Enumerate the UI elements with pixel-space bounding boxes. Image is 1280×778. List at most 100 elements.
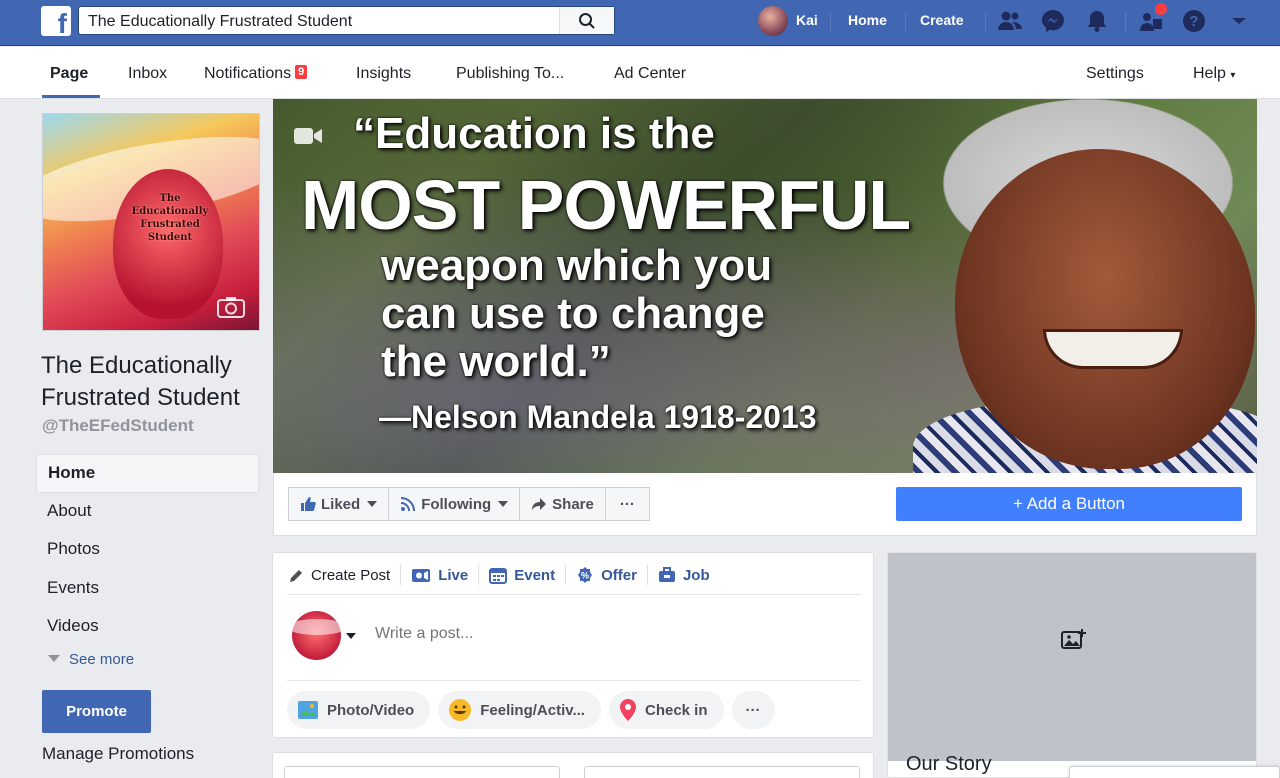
check-in-button[interactable]: Check in — [608, 691, 724, 729]
our-story-card: Our Story — [887, 552, 1257, 778]
sidebar-item-home[interactable]: Home — [36, 454, 259, 493]
tab-offer[interactable]: % Offer — [566, 565, 648, 585]
cover-quote-line-3: weapon which you — [381, 241, 773, 290]
facebook-logo-icon[interactable]: f — [41, 6, 71, 39]
help-label: Help — [1193, 65, 1226, 82]
avatar-hat-shape — [292, 619, 341, 635]
composer-actions: Photo/Video Feeling/Activ... Check in ··… — [287, 691, 783, 729]
tab-page[interactable]: Page — [50, 65, 88, 83]
more-options-button[interactable]: ··· — [604, 487, 650, 521]
feeling-activity-label: Feeling/Activ... — [480, 701, 585, 719]
user-avatar[interactable] — [758, 6, 788, 36]
divider — [830, 12, 831, 32]
calendar-icon — [489, 567, 508, 584]
post-composer: Create Post Live Event % Offer Job Photo… — [272, 552, 874, 738]
location-pin-icon — [619, 699, 636, 721]
page-avatar[interactable] — [292, 611, 341, 660]
sidebar-item-about[interactable]: About — [36, 493, 259, 532]
video-camera-icon[interactable] — [293, 126, 323, 146]
search-icon — [579, 13, 595, 29]
page-title[interactable]: The Educationally Frustrated Student — [41, 350, 266, 414]
cover-quote-line-2: MOST POWERFUL — [301, 166, 911, 244]
divider — [1125, 12, 1126, 32]
promote-button[interactable]: Promote — [42, 690, 151, 733]
help-icon[interactable]: ? — [1181, 8, 1207, 34]
liked-label: Liked — [321, 495, 361, 513]
add-photo-icon — [1061, 629, 1086, 649]
offer-label: Offer — [601, 566, 637, 584]
photo-video-label: Photo/Video — [327, 701, 415, 719]
camera-icon[interactable] — [217, 296, 245, 318]
chat-panel-tab[interactable] — [1069, 766, 1280, 778]
chevron-down-icon: ▾ — [1230, 70, 1236, 81]
create-post-label: Create Post — [311, 566, 391, 584]
tab-event[interactable]: Event — [479, 565, 567, 585]
chevron-down-icon[interactable] — [346, 633, 356, 639]
tab-help[interactable]: Help ▾ — [1193, 65, 1235, 83]
tab-ad-center[interactable]: Ad Center — [614, 65, 686, 83]
create-link[interactable]: Create — [920, 12, 964, 28]
sidebar-item-videos[interactable]: Videos — [36, 608, 259, 647]
chevron-down-icon — [367, 501, 378, 507]
action-button-group: Liked Following Share ··· — [288, 487, 650, 521]
thumbs-up-icon — [301, 497, 316, 511]
see-more-link[interactable]: See more — [48, 651, 134, 668]
cover-portrait — [913, 99, 1257, 473]
composer-tabs: Create Post Live Event % Offer Job — [287, 565, 861, 595]
search-input[interactable]: The Educationally Frustrated Student — [88, 13, 352, 31]
page-username[interactable]: @TheEFedStudent — [42, 416, 194, 436]
tab-settings[interactable]: Settings — [1086, 65, 1144, 83]
left-navigation: Home About Photos Events Videos — [36, 454, 259, 647]
sidebar-item-events[interactable]: Events — [36, 570, 259, 609]
search-box[interactable]: The Educationally Frustrated Student — [78, 6, 615, 35]
page-action-bar: Liked Following Share ··· + Add a Button — [273, 473, 1257, 536]
more-composer-options-button[interactable]: ··· — [731, 691, 775, 729]
rss-icon — [401, 497, 416, 512]
messenger-icon[interactable] — [1040, 8, 1066, 34]
divider — [985, 12, 986, 32]
tab-inbox[interactable]: Inbox — [128, 65, 167, 83]
tab-live[interactable]: Live — [401, 565, 480, 585]
tab-notifications[interactable]: Notifications 9 — [204, 65, 308, 83]
manage-promotions-link[interactable]: Manage Promotions — [42, 744, 194, 764]
feed-card-inner-right — [584, 766, 860, 778]
chevron-down-icon — [498, 501, 509, 507]
liked-button[interactable]: Liked — [288, 487, 390, 521]
friends-icon[interactable] — [997, 8, 1023, 34]
cover-quote-line-5: the world.” — [381, 337, 611, 386]
search-button[interactable] — [559, 7, 614, 34]
tab-publishing-tools[interactable]: Publishing To... — [456, 65, 564, 83]
svg-text:?: ? — [1189, 13, 1198, 30]
write-post-input[interactable] — [375, 625, 845, 643]
tab-insights[interactable]: Insights — [356, 65, 411, 83]
photo-video-button[interactable]: Photo/Video — [287, 691, 431, 729]
portrait-smile — [1043, 329, 1183, 369]
svg-text:%: % — [581, 571, 589, 581]
share-label: Share — [552, 495, 594, 513]
user-name-link[interactable]: Kai — [796, 12, 818, 28]
add-a-button-button[interactable]: + Add a Button — [896, 487, 1242, 521]
account-menu-icon[interactable] — [1226, 8, 1252, 34]
event-label: Event — [514, 566, 556, 584]
following-button[interactable]: Following — [388, 487, 521, 521]
sidebar-item-photos[interactable]: Photos — [36, 531, 259, 570]
share-button[interactable]: Share — [519, 487, 606, 521]
notifications-icon[interactable] — [1084, 8, 1110, 34]
pencil-icon — [290, 569, 302, 582]
tab-create-post[interactable]: Create Post — [287, 565, 402, 585]
job-label: Job — [682, 566, 710, 584]
story-image-placeholder[interactable] — [888, 553, 1256, 761]
cover-photo[interactable]: “Education is the MOST POWERFUL weapon w… — [273, 99, 1257, 473]
live-video-icon — [412, 568, 431, 582]
cover-quote-line-4: can use to change — [381, 289, 765, 338]
profile-picture[interactable]: The Educationally Frustrated Student — [42, 113, 260, 331]
home-link[interactable]: Home — [848, 12, 887, 28]
feeling-activity-button[interactable]: Feeling/Activ... — [438, 691, 601, 729]
tab-job[interactable]: Job — [648, 565, 720, 585]
cover-quote-line-1: “Education is the — [353, 109, 715, 158]
following-label: Following — [421, 495, 492, 513]
live-label: Live — [438, 566, 469, 584]
feed-card-inner-left — [284, 766, 560, 778]
divider — [287, 680, 861, 681]
tab-notifications-label: Notifications — [204, 65, 292, 82]
